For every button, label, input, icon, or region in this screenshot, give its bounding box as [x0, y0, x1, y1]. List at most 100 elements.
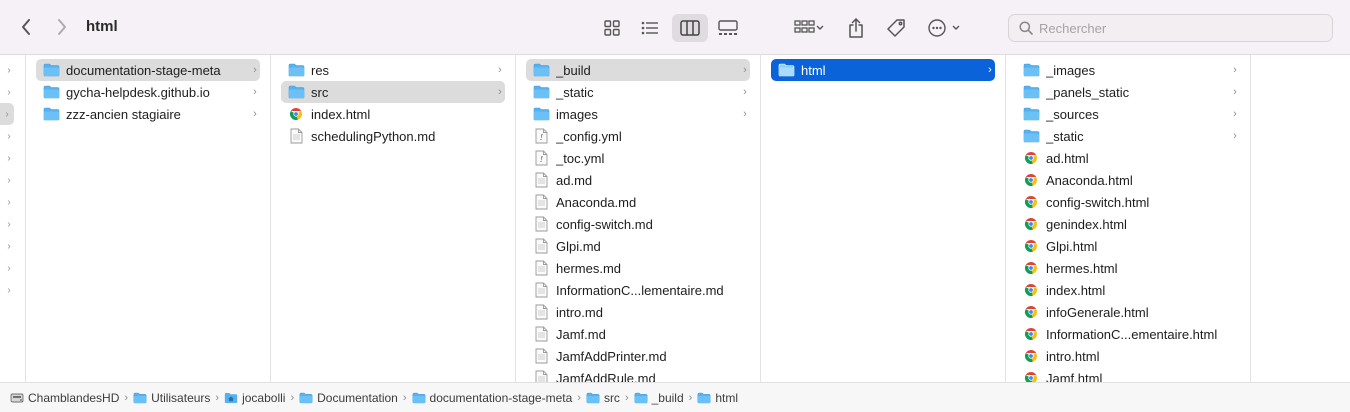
file-item[interactable]: intro.md	[526, 301, 750, 323]
chevron-right-icon[interactable]: ›	[4, 147, 14, 169]
crumb-label: _build	[651, 390, 684, 405]
file-item[interactable]: schedulingPython.md	[281, 125, 505, 147]
file-item[interactable]: ! _toc.yml	[526, 147, 750, 169]
icon-view-button[interactable]	[598, 14, 626, 42]
file-item[interactable]: Glpi.md	[526, 235, 750, 257]
crumb-label: Documentation	[317, 390, 398, 405]
path-crumb[interactable]: src	[586, 391, 620, 405]
gallery-view-button[interactable]	[714, 14, 742, 42]
path-crumb[interactable]: _build	[634, 391, 684, 405]
path-separator: ›	[290, 391, 295, 404]
chevron-right-icon: ›	[1233, 64, 1237, 76]
path-crumb[interactable]: Documentation	[299, 391, 398, 405]
item-icon-wrapper	[532, 260, 550, 276]
column-3: _build › _static › images ›! _config.yml! _toc.…	[516, 55, 761, 382]
file-item[interactable]: Glpi.html	[1016, 235, 1240, 257]
path-crumb[interactable]: Utilisateurs	[133, 391, 210, 405]
yaml-file-icon: !	[535, 128, 547, 144]
item-label: InformationC...ementaire.html	[1046, 326, 1218, 342]
chevron-right-icon[interactable]: ›	[4, 169, 14, 191]
folder-item[interactable]: _static ›	[1016, 125, 1240, 147]
file-item[interactable]: config-switch.html	[1016, 191, 1240, 213]
column-view-button[interactable]	[672, 14, 708, 42]
file-item[interactable]: infoGenerale.html	[1016, 301, 1240, 323]
folder-item[interactable]: src ›	[281, 81, 505, 103]
chevron-right-icon[interactable]: ›	[4, 125, 14, 147]
folder-item[interactable]: html ›	[771, 59, 995, 81]
search-input[interactable]	[1039, 20, 1319, 36]
column-5: _images › _panels_static › _sources › _static ›…	[1006, 55, 1251, 382]
path-crumb[interactable]: ChamblandesHD	[10, 391, 119, 405]
share-button[interactable]	[844, 14, 868, 42]
file-item[interactable]: hermes.html	[1016, 257, 1240, 279]
item-label: intro.html	[1046, 348, 1100, 364]
file-item[interactable]: JamfAddRule.md	[526, 367, 750, 382]
file-item[interactable]: genindex.html	[1016, 213, 1240, 235]
tag-button[interactable]	[884, 14, 908, 42]
file-item[interactable]: intro.html	[1016, 345, 1240, 367]
file-item[interactable]: hermes.md	[526, 257, 750, 279]
item-label: Glpi.html	[1046, 238, 1098, 254]
file-item[interactable]: Jamf.md	[526, 323, 750, 345]
item-label: images	[556, 106, 598, 122]
crumb-icon-wrapper	[697, 392, 711, 404]
folder-item[interactable]: res ›	[281, 59, 505, 81]
folder-item[interactable]: documentation-stage-meta ›	[36, 59, 260, 81]
search-field[interactable]	[1008, 14, 1333, 42]
folder-item[interactable]: _build ›	[526, 59, 750, 81]
forward-button[interactable]	[50, 14, 74, 40]
file-item[interactable]: InformationC...ementaire.html	[1016, 323, 1240, 345]
file-item[interactable]: index.html	[1016, 279, 1240, 301]
file-item[interactable]: Anaconda.md	[526, 191, 750, 213]
path-crumb[interactable]: html	[697, 391, 738, 405]
html-file-icon	[1025, 372, 1037, 382]
item-icon-wrapper	[42, 106, 60, 122]
more-options-button[interactable]	[926, 14, 966, 42]
chevron-right-icon[interactable]: ›	[0, 103, 14, 125]
group-by-button[interactable]	[788, 14, 830, 42]
chevron-right-icon[interactable]: ›	[4, 191, 14, 213]
chevron-right-icon[interactable]: ›	[4, 235, 14, 257]
chevron-right-icon[interactable]: ›	[4, 59, 14, 81]
item-label: Glpi.md	[556, 238, 601, 254]
file-item[interactable]: ad.html	[1016, 147, 1240, 169]
folder-item[interactable]: images ›	[526, 103, 750, 125]
chevron-right-icon: ›	[1233, 86, 1237, 98]
item-label: schedulingPython.md	[311, 128, 436, 144]
file-item[interactable]: Jamf.html	[1016, 367, 1240, 382]
group-by-icon	[794, 20, 824, 33]
folder-icon	[133, 392, 147, 403]
file-item[interactable]: index.html	[281, 103, 505, 125]
file-item[interactable]: JamfAddPrinter.md	[526, 345, 750, 367]
folder-item[interactable]: _static ›	[526, 81, 750, 103]
search-icon	[1019, 21, 1033, 35]
path-crumb[interactable]: jocabolli	[224, 391, 285, 405]
html-file-icon	[1025, 196, 1037, 208]
file-item[interactable]: ! _config.yml	[526, 125, 750, 147]
folder-item[interactable]: gycha-helpdesk.github.io ›	[36, 81, 260, 103]
item-icon-wrapper	[532, 172, 550, 188]
folder-item[interactable]: zzz-ancien stagiaire ›	[36, 103, 260, 125]
folder-item[interactable]: _panels_static ›	[1016, 81, 1240, 103]
back-button[interactable]	[14, 14, 38, 40]
folder-item[interactable]: _sources ›	[1016, 103, 1240, 125]
file-item[interactable]: InformationC...lementaire.md	[526, 279, 750, 301]
file-item[interactable]: Anaconda.html	[1016, 169, 1240, 191]
chevron-right-icon[interactable]: ›	[4, 279, 14, 301]
file-item[interactable]: ad.md	[526, 169, 750, 191]
chevron-right-icon[interactable]: ›	[4, 81, 14, 103]
item-label: src	[311, 84, 329, 100]
chevron-right-icon[interactable]: ›	[4, 257, 14, 279]
item-icon-wrapper	[532, 216, 550, 232]
item-label: Anaconda.md	[556, 194, 637, 210]
chevron-right-icon[interactable]: ›	[4, 213, 14, 235]
path-separator: ›	[577, 391, 581, 404]
item-icon-wrapper	[1022, 106, 1040, 122]
item-icon-wrapper	[287, 84, 305, 100]
crumb-icon-wrapper	[133, 392, 147, 404]
folder-item[interactable]: _images ›	[1016, 59, 1240, 81]
path-crumb[interactable]: documentation-stage-meta	[412, 391, 572, 405]
file-item[interactable]: config-switch.md	[526, 213, 750, 235]
item-label: _static	[1046, 128, 1084, 144]
list-view-button[interactable]	[636, 14, 664, 42]
